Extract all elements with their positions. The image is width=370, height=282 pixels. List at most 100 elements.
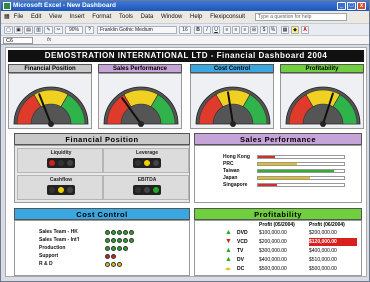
zoom-select[interactable]: 90%: [65, 26, 83, 34]
cost-row-rnd: R & D: [39, 261, 169, 268]
status-dot: [117, 238, 122, 243]
status-dot: [123, 230, 128, 235]
traffic-light-lamp: [67, 160, 73, 166]
profit-may-value: $400,000.00: [259, 257, 287, 263]
print-icon[interactable]: ▥: [34, 26, 43, 34]
profit-may-value: $500,000.00: [259, 266, 287, 272]
status-dot: [129, 238, 134, 243]
edit-icon[interactable]: ✎: [44, 26, 53, 34]
borders-icon[interactable]: ▦: [281, 26, 289, 34]
fp-ebitda-label: EBITDA: [137, 177, 157, 183]
minimize-button[interactable]: _: [337, 2, 346, 10]
cost-control-header: Cost Control: [14, 208, 190, 220]
align-left-icon[interactable]: ≡: [223, 26, 231, 34]
excel-window: Microsoft Excel - New Dashboard _ □ x ▦ …: [0, 0, 370, 282]
cost-row-production: Production: [39, 245, 169, 252]
italic-button[interactable]: I: [203, 26, 211, 34]
cost-label: Sales Team - HK: [39, 229, 78, 235]
formula-bar: C6 fx: [1, 35, 369, 45]
status-dot: [123, 246, 128, 251]
menu-file[interactable]: File: [11, 11, 27, 23]
profit-row-vcd: ▼ VCD $200,000.00 $120,000.00: [195, 238, 361, 246]
menu-help[interactable]: Help: [187, 11, 205, 23]
gauge-header-cost-control: Cost Control: [190, 64, 274, 73]
traffic-light-lamp: [135, 160, 141, 166]
fill-color-icon[interactable]: ◆: [291, 26, 299, 34]
excel-app-icon: [3, 2, 11, 10]
profitability-panel: Profit (05/2004) Profit (06/2004) ▲ DVD …: [194, 220, 362, 276]
font-color-icon[interactable]: A: [301, 26, 309, 34]
product-code: DVD: [237, 230, 248, 236]
traffic-light-lamp: [49, 160, 55, 166]
menu-flexipconsult[interactable]: Flexipconsult: [207, 11, 248, 23]
traffic-light-lamp: [153, 160, 159, 166]
sales-bar-taiwan: [258, 170, 334, 172]
font-size-select[interactable]: 16: [179, 26, 191, 34]
sales-label: PRC: [223, 161, 234, 167]
sales-performance-header: Sales Performance: [194, 133, 362, 145]
title-bar: Microsoft Excel - New Dashboard _ □ x: [1, 1, 369, 11]
cost-row-sales-team-intl: Sales Team - Int'l: [39, 237, 169, 244]
percent-button[interactable]: %: [269, 26, 277, 34]
bold-button[interactable]: B: [194, 26, 202, 34]
window-title: Microsoft Excel - New Dashboard: [13, 2, 116, 9]
menu-view[interactable]: View: [46, 11, 65, 23]
menu-data[interactable]: Data: [138, 11, 157, 23]
cost-label: Production: [39, 245, 66, 251]
fp-cashflow-cell: Cashflow: [17, 175, 103, 200]
save-icon[interactable]: ▤: [24, 26, 33, 34]
maximize-button[interactable]: □: [347, 2, 356, 10]
gauge-hub: [138, 121, 144, 127]
merge-icon[interactable]: ⊞: [250, 26, 258, 34]
status-dot: [105, 262, 110, 267]
font-select[interactable]: Franklin Gothic Medium: [97, 26, 177, 34]
gauge-hub: [230, 121, 236, 127]
menu-tools[interactable]: Tools: [116, 11, 136, 23]
status-dot: [117, 246, 122, 251]
menu-insert[interactable]: Insert: [67, 11, 88, 23]
currency-button[interactable]: $: [260, 26, 268, 34]
profit-may-value: $100,000.00: [259, 230, 287, 236]
gauge-sales-performance: [103, 86, 179, 127]
traffic-light-lamp: [135, 187, 141, 193]
traffic-light-lamp: [49, 187, 55, 193]
gauge-hub: [48, 121, 54, 127]
sales-performance-panel: Hong Kong PRC Taiwan Japan Singapore: [194, 145, 362, 203]
open-icon[interactable]: ▣: [14, 26, 23, 34]
financial-position-panel: Liquidity Leverage Cashflow EBITDA: [14, 145, 190, 203]
align-center-icon[interactable]: ≡: [232, 26, 240, 34]
sales-label: Hong Kong: [223, 154, 250, 160]
fp-cashflow-label: Cashflow: [49, 177, 73, 183]
arrow-icon: ▲: [225, 256, 232, 263]
traffic-light-lamp: [58, 160, 64, 166]
gauge-panel-sales-performance: [98, 73, 182, 129]
name-box[interactable]: C6: [3, 37, 33, 44]
cost-row-sales-team-hk: Sales Team - HK: [39, 229, 169, 236]
help-icon[interactable]: ?: [85, 26, 94, 34]
profit-may-value: $300,000.00: [259, 248, 287, 254]
profit-row-dv: ▲ DV $400,000.00 $510,000.00: [195, 256, 361, 264]
status-dot: [105, 246, 110, 251]
product-code: DV: [237, 257, 244, 263]
help-search-input[interactable]: Type a question for help: [255, 13, 347, 21]
gauge-panel-financial-position: [8, 73, 92, 129]
profit-june-value: $120,000.00: [309, 238, 357, 246]
profit-june-value: $200,000.00: [309, 230, 337, 236]
profit-row-tv: ▲ TV $300,000.00 $400,000.00: [195, 247, 361, 255]
gauge-panel-cost-control: [190, 73, 274, 129]
close-button[interactable]: x: [357, 2, 366, 10]
fp-liquidity-label: Liquidity: [50, 150, 72, 156]
menu-format[interactable]: Format: [89, 11, 114, 23]
align-right-icon[interactable]: ≡: [241, 26, 249, 34]
new-icon[interactable]: ▢: [4, 26, 13, 34]
underline-button[interactable]: U: [212, 26, 220, 34]
fp-leverage-cell: Leverage: [103, 148, 189, 173]
menu-edit[interactable]: Edit: [28, 11, 44, 23]
sheet-menu-icon[interactable]: ▦: [1, 11, 10, 23]
fx-icon[interactable]: fx: [47, 36, 51, 45]
fp-ebitda-cell: EBITDA: [103, 175, 189, 200]
cost-label: Sales Team - Int'l: [39, 237, 80, 243]
sales-bar-singapore: [258, 184, 277, 186]
menu-window[interactable]: Window: [158, 11, 185, 23]
cut-icon[interactable]: ✂: [54, 26, 63, 34]
